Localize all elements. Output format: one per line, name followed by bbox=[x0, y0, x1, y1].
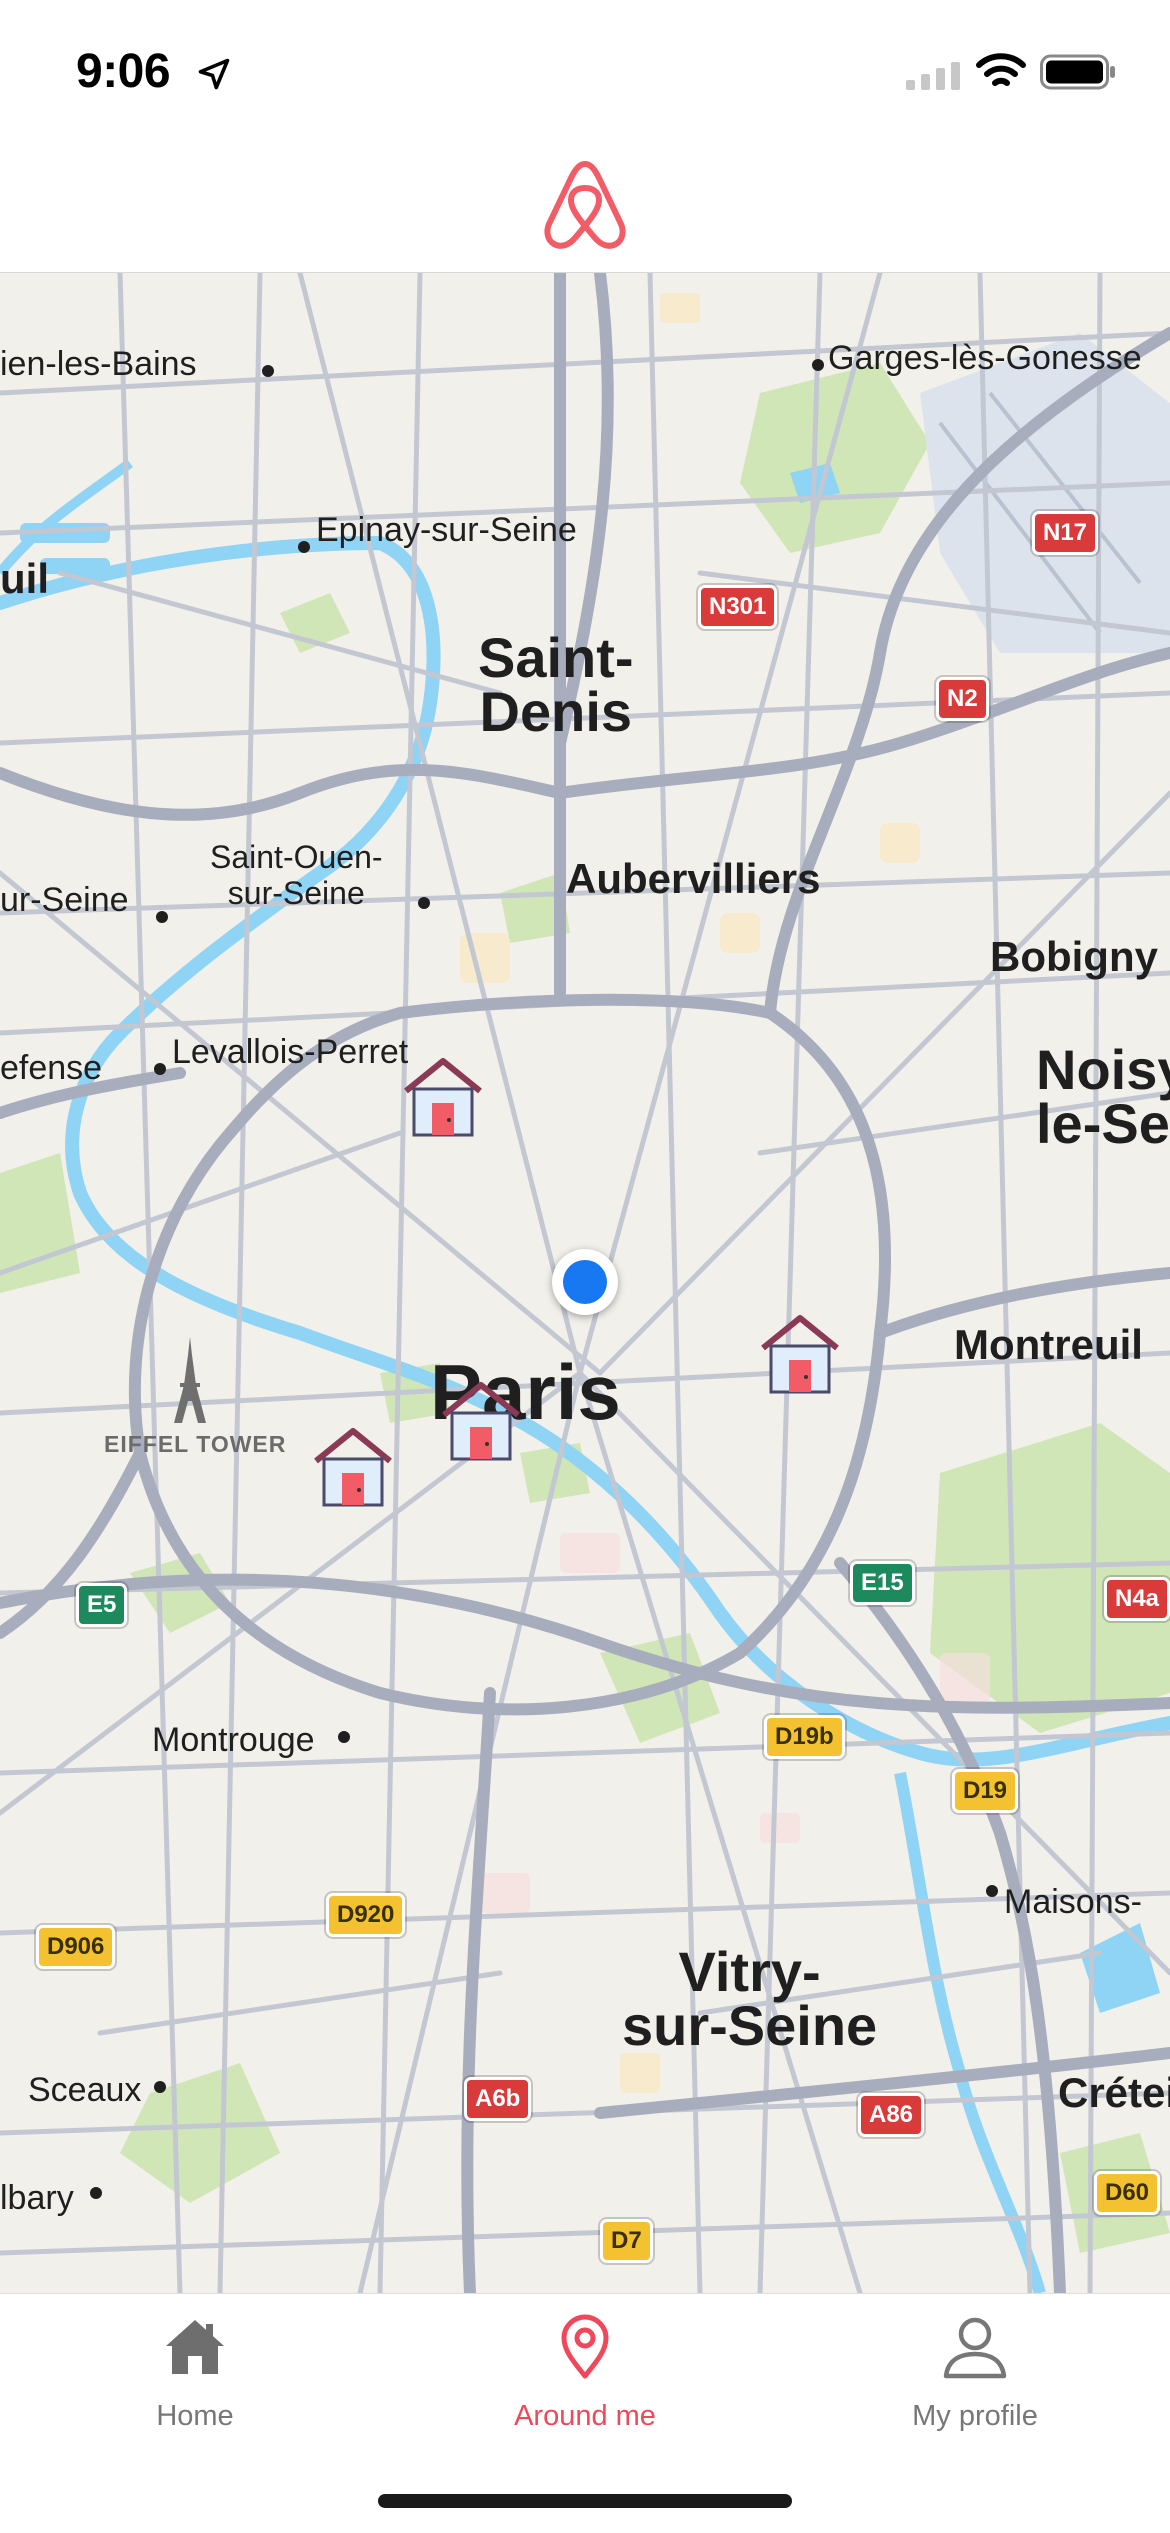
listing-pin[interactable] bbox=[308, 1423, 398, 1513]
tab-my-profile[interactable]: My profile bbox=[850, 2312, 1100, 2442]
place-dot-montrouge bbox=[338, 1731, 350, 1743]
status-time: 9:06 bbox=[76, 45, 171, 98]
person-icon bbox=[943, 2317, 1007, 2379]
road-shield-a86: A86 bbox=[858, 2093, 925, 2137]
battery-icon bbox=[1040, 54, 1115, 90]
home-indicator[interactable] bbox=[378, 2494, 792, 2508]
tab-home-label: Home bbox=[156, 2400, 234, 2432]
road-shield-d19b: D19b bbox=[764, 1715, 845, 1759]
place-dot-ur-seine bbox=[156, 911, 168, 923]
place-label-noisy: Noisy le-Se bbox=[1036, 1038, 1170, 1155]
place-label-levallois: Levallois-Perret bbox=[172, 1033, 409, 1071]
road-shield-d920: D920 bbox=[326, 1893, 406, 1937]
landmark-label-eiffel-tower: EIFFEL TOWER bbox=[104, 1431, 287, 1457]
house-icon bbox=[166, 2320, 224, 2374]
place-label-saint-denis: Saint- Denis bbox=[478, 626, 634, 743]
status-bar: 9:06 bbox=[0, 0, 1170, 140]
place-dot-lbary bbox=[90, 2187, 102, 2199]
place-label-montrouge: Montrouge bbox=[152, 1721, 315, 1759]
place-label-lbary: lbary bbox=[0, 2179, 74, 2217]
place-dot-epinay bbox=[298, 541, 310, 553]
place-label-creteil: Crétei bbox=[1058, 2069, 1170, 2116]
place-label-saint-ouen: Saint-Ouen- sur-Seine bbox=[210, 839, 383, 911]
road-shield-e15: E15 bbox=[850, 1561, 915, 1605]
road-shield-d60: D60 bbox=[1094, 2171, 1161, 2215]
tab-home[interactable]: Home bbox=[70, 2312, 320, 2442]
tab-around-me[interactable]: Around me bbox=[460, 2312, 710, 2442]
app-header bbox=[0, 140, 1170, 274]
wifi-icon bbox=[976, 53, 1026, 86]
place-label-aubervilliers: Aubervilliers bbox=[566, 855, 821, 902]
place-label-garges: Garges-lès-Gonesse bbox=[828, 339, 1142, 377]
place-dot-saint-ouen bbox=[418, 897, 430, 909]
road-shield-n17: N17 bbox=[1032, 511, 1099, 555]
place-label-sceaux: Sceaux bbox=[28, 2071, 142, 2109]
place-dot-maisons bbox=[986, 1885, 998, 1897]
place-label-efense: efense bbox=[0, 1049, 103, 1087]
place-dot-garges bbox=[812, 359, 824, 371]
road-shield-n301: N301 bbox=[698, 585, 778, 629]
place-label-epinay: Epinay-sur-Seine bbox=[316, 511, 577, 549]
listing-pin[interactable] bbox=[398, 1053, 488, 1143]
eiffel-tower-icon bbox=[174, 1337, 206, 1423]
road-shield-n4a: N4a bbox=[1104, 1577, 1170, 1621]
listing-pin[interactable] bbox=[436, 1377, 526, 1467]
place-label-montreuil: Montreuil bbox=[954, 1321, 1143, 1368]
map-view[interactable]: Garges-lès-Gonesse ien-les-Bains Epinay-… bbox=[0, 273, 1170, 2293]
listing-pin[interactable] bbox=[755, 1310, 845, 1400]
tab-around-me-label: Around me bbox=[514, 2400, 656, 2432]
place-dot-enghien bbox=[262, 365, 274, 377]
airbnb-logo-icon bbox=[544, 161, 626, 249]
place-dot-levallois bbox=[154, 1063, 166, 1075]
current-location-dot bbox=[552, 1249, 618, 1315]
road-shield-d7: D7 bbox=[600, 2219, 653, 2263]
location-arrow-icon bbox=[198, 58, 230, 90]
place-label-maisons: Maisons- bbox=[1004, 1883, 1142, 1921]
road-shield-n2: N2 bbox=[936, 677, 989, 721]
road-shield-e5: E5 bbox=[76, 1583, 128, 1627]
place-label-bobigny: Bobigny bbox=[990, 933, 1158, 980]
tab-my-profile-label: My profile bbox=[912, 2400, 1038, 2432]
place-label-ur-seine: ur-Seine bbox=[0, 881, 129, 919]
place-dot-sceaux bbox=[154, 2081, 166, 2093]
road-shield-d906: D906 bbox=[36, 1925, 116, 1969]
map-pin-icon bbox=[561, 2314, 609, 2379]
road-shield-a6b: A6b bbox=[464, 2077, 532, 2121]
place-label-uil: uil bbox=[0, 555, 49, 602]
road-shield-d19: D19 bbox=[952, 1769, 1019, 1813]
signal-icon bbox=[906, 62, 960, 90]
place-label-vitry: Vitry- sur-Seine bbox=[622, 1940, 878, 2057]
place-label-enghien: ien-les-Bains bbox=[0, 345, 197, 383]
